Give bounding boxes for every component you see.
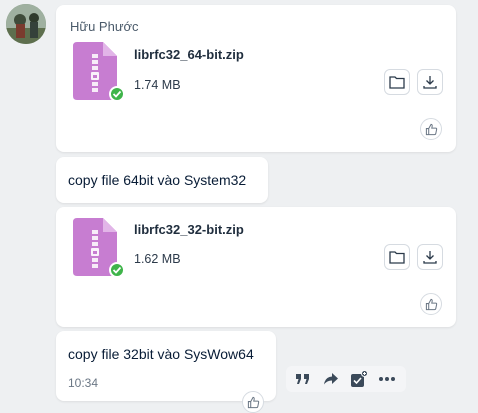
file-message-2: librfc32_32-bit.zip 1.62 MB — [56, 207, 456, 327]
task-icon[interactable] — [348, 368, 370, 390]
file-message-1: Hữu Phước librfc32_64-bit.zip 1.74 MB — [56, 5, 456, 152]
message-text: copy file 32bit vào SysWow64 — [68, 346, 254, 362]
like-button[interactable] — [420, 118, 442, 140]
like-button[interactable] — [420, 293, 442, 315]
download-button[interactable] — [417, 69, 443, 95]
text-message-2: copy file 32bit vào SysWow64 10:34 — [56, 331, 276, 413]
message-text: copy file 64bit vào System32 — [68, 172, 247, 188]
download-icon — [423, 251, 437, 264]
more-icon[interactable] — [376, 368, 398, 390]
open-folder-button[interactable] — [384, 69, 410, 95]
thumbs-up-icon — [247, 396, 259, 408]
zip-file-icon[interactable] — [73, 218, 125, 278]
zip-file-icon[interactable] — [73, 42, 125, 102]
download-icon — [423, 76, 437, 89]
forward-icon[interactable] — [320, 368, 342, 390]
sender-name: Hữu Phước — [70, 19, 139, 34]
file-name[interactable]: librfc32_32-bit.zip — [134, 222, 244, 237]
thumbs-up-icon — [425, 298, 437, 310]
file-name[interactable]: librfc32_64-bit.zip — [134, 47, 244, 62]
like-button[interactable] — [242, 391, 264, 413]
file-size: 1.62 MB — [134, 252, 181, 266]
folder-icon — [389, 76, 405, 89]
message-actions-toolbar — [286, 366, 406, 392]
text-message-1: copy file 64bit vào System32 — [56, 157, 268, 203]
avatar[interactable] — [6, 4, 46, 44]
thumbs-up-icon — [425, 123, 437, 135]
open-folder-button[interactable] — [384, 244, 410, 270]
file-size: 1.74 MB — [134, 78, 181, 92]
quote-icon[interactable] — [292, 368, 314, 390]
folder-icon — [389, 251, 405, 264]
download-button[interactable] — [417, 244, 443, 270]
message-time: 10:34 — [68, 376, 99, 390]
